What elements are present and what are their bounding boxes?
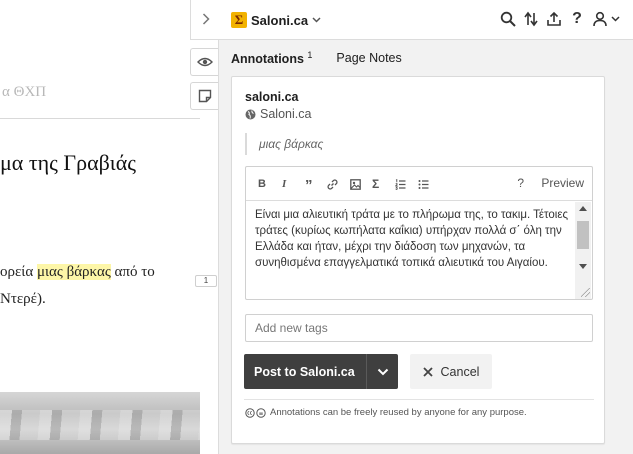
math-button[interactable]: Σ	[372, 177, 379, 191]
page-note-button[interactable]	[190, 82, 218, 110]
cancel-button-label: Cancel	[440, 364, 480, 379]
chevron-down-icon	[312, 17, 321, 23]
scrollbar-thumb[interactable]	[577, 221, 589, 249]
tab-annotations-label: Annotations	[231, 52, 304, 67]
markdown-toolbar: B I ” Σ ? Preview	[246, 167, 592, 201]
sidebar-top-bar: Σ Saloni.ca ?	[190, 0, 633, 40]
annotation-group[interactable]: Saloni.ca	[245, 107, 311, 121]
annotation-editor: B I ” Σ ? Preview Είναι μια αλιευτική τρ…	[245, 166, 593, 300]
numbered-list-button[interactable]	[395, 177, 406, 191]
search-icon	[500, 11, 516, 27]
link-button[interactable]	[327, 177, 338, 191]
textarea-scrollbar[interactable]	[575, 202, 591, 299]
user-menu-button[interactable]	[589, 9, 623, 29]
text-after-highlight: από το	[110, 264, 155, 280]
numbered-list-icon	[395, 178, 406, 190]
page-text-line: Ντερέ).	[0, 291, 46, 307]
image-button[interactable]	[350, 177, 361, 191]
markdown-help-button[interactable]: ?	[517, 176, 524, 190]
license-divider	[244, 399, 594, 400]
image-icon	[350, 178, 361, 190]
post-options-toggle[interactable]	[366, 354, 398, 389]
post-button[interactable]: Post to Saloni.ca	[244, 354, 398, 389]
page-divider	[0, 118, 200, 119]
license-text: Annotations can be freely reused by anyo…	[270, 407, 527, 418]
annotation-textarea[interactable]: Είναι μια αλιευτική τράτα με το πλήρωμα …	[255, 207, 573, 297]
tab-annotations-count: 1	[307, 49, 313, 60]
chevron-right-icon	[202, 13, 210, 25]
help-button[interactable]: ?	[567, 9, 587, 29]
post-button-label: Post to Saloni.ca	[254, 364, 355, 379]
show-highlights-button[interactable]	[190, 48, 218, 76]
search-button[interactable]	[498, 9, 518, 29]
bold-button[interactable]: B	[258, 177, 266, 191]
tab-page-notes[interactable]: Page Notes	[336, 51, 401, 65]
close-icon	[422, 366, 433, 377]
scroll-down-arrow-icon[interactable]	[579, 264, 587, 269]
tags-input[interactable]	[245, 314, 593, 342]
license-notice: Annotations can be freely reused by anyo…	[245, 407, 527, 418]
bullet-list-button[interactable]	[418, 177, 429, 191]
document-page: α ΘΧΠ μα της Γραβιάς ορεία μιας βάρκας α…	[0, 0, 200, 454]
group-selector[interactable]: Σ Saloni.ca	[231, 10, 321, 30]
link-icon	[327, 179, 338, 189]
group-logo-icon: Σ	[231, 12, 247, 28]
quote-button[interactable]: ”	[305, 177, 313, 194]
resize-handle-icon[interactable]	[581, 288, 590, 297]
group-name: Saloni.ca	[251, 12, 309, 28]
page-photo	[0, 392, 200, 454]
italic-button[interactable]: I	[282, 177, 286, 191]
scroll-up-arrow-icon[interactable]	[579, 206, 587, 211]
sort-icon	[524, 11, 538, 27]
chevron-down-icon	[611, 16, 620, 22]
user-icon	[593, 11, 607, 27]
tab-annotations[interactable]: Annotations 1	[231, 50, 312, 66]
page-header-fragment: α ΘΧΠ	[2, 84, 47, 100]
eye-icon	[196, 57, 213, 67]
annotation-username[interactable]: saloni.ca	[245, 90, 299, 104]
sort-button[interactable]	[521, 9, 541, 29]
highlighted-text[interactable]: μιας βάρκας	[36, 264, 111, 280]
globe-icon	[245, 109, 256, 119]
bullet-list-icon	[418, 179, 429, 189]
creative-commons-icon	[245, 407, 266, 418]
share-icon	[547, 11, 561, 26]
page-title-fragment: μα της Γραβιάς	[0, 150, 136, 175]
annotation-group-name: Saloni.ca	[260, 107, 312, 121]
page-text-line: ορεία μιας βάρκας από το	[0, 264, 155, 281]
annotation-card: saloni.ca Saloni.ca μιας βάρκας B I ” Σ …	[231, 76, 605, 444]
note-icon	[198, 89, 211, 103]
preview-button[interactable]: Preview	[541, 176, 584, 190]
share-button[interactable]	[544, 9, 564, 29]
cancel-button[interactable]: Cancel	[410, 354, 492, 389]
sidebar-tabs: Annotations 1 Page Notes	[231, 48, 402, 68]
annotation-quote: μιας βάρκας	[245, 133, 323, 155]
text-before-highlight: ορεία	[0, 264, 37, 280]
help-icon: ?	[572, 10, 582, 27]
chevron-down-icon	[377, 368, 388, 375]
sidebar-toggle-strip	[190, 40, 218, 454]
annotation-count-bucket[interactable]: 1	[195, 275, 217, 287]
collapse-sidebar-button[interactable]	[197, 10, 215, 30]
